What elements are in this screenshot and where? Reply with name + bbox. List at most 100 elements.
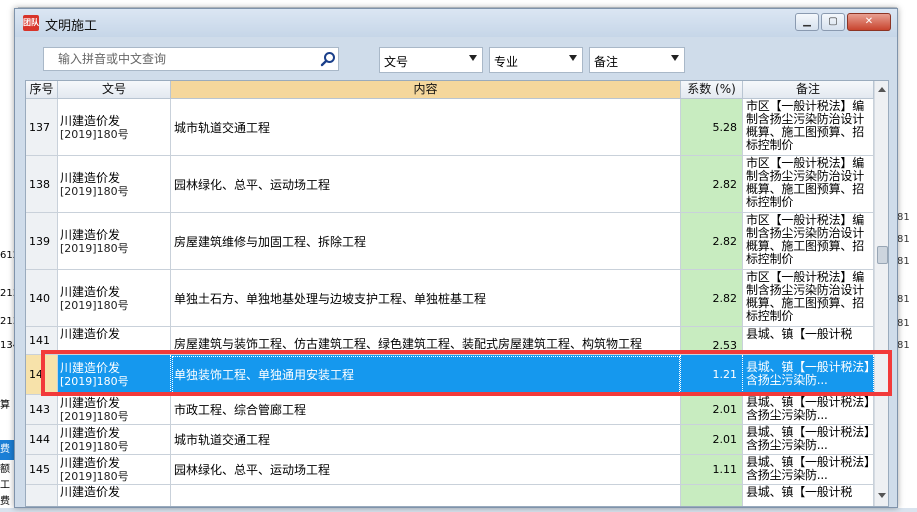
table-row[interactable]: 143 川建造价发 [2019]180号 市政工程、综合管廊工程 2.01 县城、… [26,395,874,425]
content-cell: 城市轨道交通工程 [171,99,681,156]
seq-cell: 141 [26,327,58,355]
doc-line: 川建造价发 [60,456,121,470]
minimize-button[interactable]: ▁ [795,13,819,31]
coefficient-cell: 1.21 [681,355,743,395]
scroll-thumb[interactable] [877,246,888,264]
doc-line: 川建造价发 [60,170,121,185]
column-header-content[interactable]: 内容 [171,81,681,99]
doc-line: [2019]180号 [60,375,129,388]
seq-cell: 137 [26,99,58,156]
doc-line: 川建造价发 [60,426,121,440]
coefficient-cell: 2.82 [681,156,743,213]
vertical-scrollbar[interactable] [874,81,888,506]
coefficient-cell: 5.28 [681,99,743,156]
doc-line: [2019]180号 [60,298,129,312]
coefficient-cell: 2.82 [681,270,743,327]
content-cell: 单独装饰工程、单独通用安装工程 [171,355,681,395]
note-cell: 县城、镇【一般计税法】含扬尘污染防... [743,425,874,455]
search-icon[interactable] [320,51,336,67]
table-row[interactable]: 138 川建造价发 [2019]180号 园林绿化、总平、运动场工程 2.82 市… [26,156,874,213]
content-cell: 园林绿化、总平、运动场工程 [171,455,681,485]
column-header-doc[interactable]: 文号 [58,81,171,99]
table-row[interactable]: 144 川建造价发 [2019]180号 城市轨道交通工程 2.01 县城、镇【一… [26,425,874,455]
note-cell: 县城、镇【一般计税 [743,327,874,355]
doc-line: [2019]180号 [60,410,129,423]
doc-line: 川建造价发 [60,284,121,299]
chevron-down-icon [569,55,577,61]
table-row[interactable]: 145 川建造价发 [2019]180号 园林绿化、总平、运动场工程 1.11 县… [26,455,874,485]
chevron-down-icon [469,55,477,61]
scroll-up-icon[interactable] [878,87,886,92]
doc-cell: 川建造价发 [2019]180号 [58,270,171,327]
table-row[interactable]: 川建造价发 县城、镇【一般计税 [26,485,874,506]
content-cell: 房屋建筑维修与加固工程、拆除工程 [171,213,681,270]
table-row[interactable]: 140 川建造价发 [2019]180号 单独土石方、单独地基处理与边坡支护工程、… [26,270,874,327]
background-cell: 81 [897,234,910,245]
maximize-button[interactable]: ▢ [821,13,845,31]
doc-cell: 川建造价发 [2019]180号 [58,156,171,213]
column-header-coefficient[interactable]: 系数 (%) [681,81,743,99]
doc-line: 川建造价发 [60,396,121,410]
doc-cell: 川建造价发 [58,327,171,355]
doc-cell: 川建造价发 [2019]180号 [58,395,171,425]
note-cell: 县城、镇【一般计税 [743,485,874,506]
seq-cell: 144 [26,425,58,455]
table-row[interactable]: 141 川建造价发 房屋建筑与装饰工程、仿古建筑工程、绿色建筑工程、装配式房屋建… [26,327,874,355]
background-cell: 81 [897,256,910,267]
table-row[interactable]: 139 川建造价发 [2019]180号 房屋建筑维修与加固工程、拆除工程 2.8… [26,213,874,270]
table-row[interactable]: 137 川建造价发 [2019]180号 城市轨道交通工程 5.28 市区【一般计… [26,99,874,156]
seq-cell: 139 [26,213,58,270]
specialty-filter-dropdown[interactable]: 专业 [489,47,583,73]
chevron-down-icon [671,55,679,61]
background-cell: 81 [897,340,910,351]
coefficient-cell: 2.01 [681,395,743,425]
civilized-construction-dialog: 团队 文明施工 ▁ ▢ ✕ 文号 专业 备注 序号 文号 内容 系数 (%) 备… [14,8,898,508]
doc-cell: 川建造价发 [58,485,171,506]
close-button[interactable]: ✕ [847,13,891,31]
doc-line: [2019]180号 [60,127,129,141]
note-cell: 市区【一般计税法】编制含扬尘污染防治设计概算、施工图预算、招标控制价 [743,270,874,327]
doc-line: 川建造价发 [60,327,121,341]
content-cell: 房屋建筑与装饰工程、仿古建筑工程、绿色建筑工程、装配式房屋建筑工程、构筑物工程 [171,327,681,355]
coefficient-cell: 1.11 [681,455,743,485]
note-cell: 市区【一般计税法】编制含扬尘污染防治设计概算、施工图预算、招标控制价 [743,213,874,270]
search-box [43,47,339,71]
doc-cell: 川建造价发 [2019]180号 [58,355,171,395]
doc-cell: 川建造价发 [2019]180号 [58,99,171,156]
coefficient-cell [681,485,743,506]
dropdown-label: 专业 [494,55,519,69]
doc-cell: 川建造价发 [2019]180号 [58,425,171,455]
doc-line: [2019]180号 [60,440,129,453]
background-spreadsheet-right: 81 81 81 81 81 81 [897,0,917,508]
column-header-note[interactable]: 备注 [743,81,874,99]
seq-cell: 143 [26,395,58,425]
background-cell: 81 [897,318,910,329]
doc-line: 川建造价发 [60,113,121,128]
note-filter-dropdown[interactable]: 备注 [589,47,685,73]
table-row-selected[interactable]: 14 川建造价发 [2019]180号 单独装饰工程、单独通用安装工程 1.21 … [26,355,874,395]
seq-cell: 14 [26,355,58,395]
search-input[interactable] [44,48,314,70]
doc-line: [2019]180号 [60,184,129,198]
dropdown-label: 文号 [384,55,409,69]
note-cell: 县城、镇【一般计税法】含扬尘污染防... [743,355,874,395]
window-title: 文明施工 [45,19,98,34]
doc-line: 川建造价发 [60,361,121,375]
note-cell: 市区【一般计税法】编制含扬尘污染防治设计概算、施工图预算、招标控制价 [743,156,874,213]
column-header-seq[interactable]: 序号 [26,81,58,99]
doc-line: 川建造价发 [60,485,121,499]
dropdown-label: 备注 [594,55,619,69]
app-icon: 团队 [23,15,39,31]
doc-line: [2019]180号 [60,470,129,483]
doc-cell: 川建造价发 [2019]180号 [58,455,171,485]
doc-line: 川建造价发 [60,227,121,242]
seq-cell [26,485,58,506]
title-bar[interactable]: 团队 文明施工 ▁ ▢ ✕ [15,9,897,37]
seq-cell: 138 [26,156,58,213]
note-cell: 县城、镇【一般计税法】含扬尘污染防... [743,455,874,485]
scroll-down-icon[interactable] [878,493,886,498]
background-cell: 81 [897,212,910,223]
doc-number-filter-dropdown[interactable]: 文号 [379,47,483,73]
coefficient-cell: 2.82 [681,213,743,270]
doc-line: [2019]180号 [60,241,129,255]
